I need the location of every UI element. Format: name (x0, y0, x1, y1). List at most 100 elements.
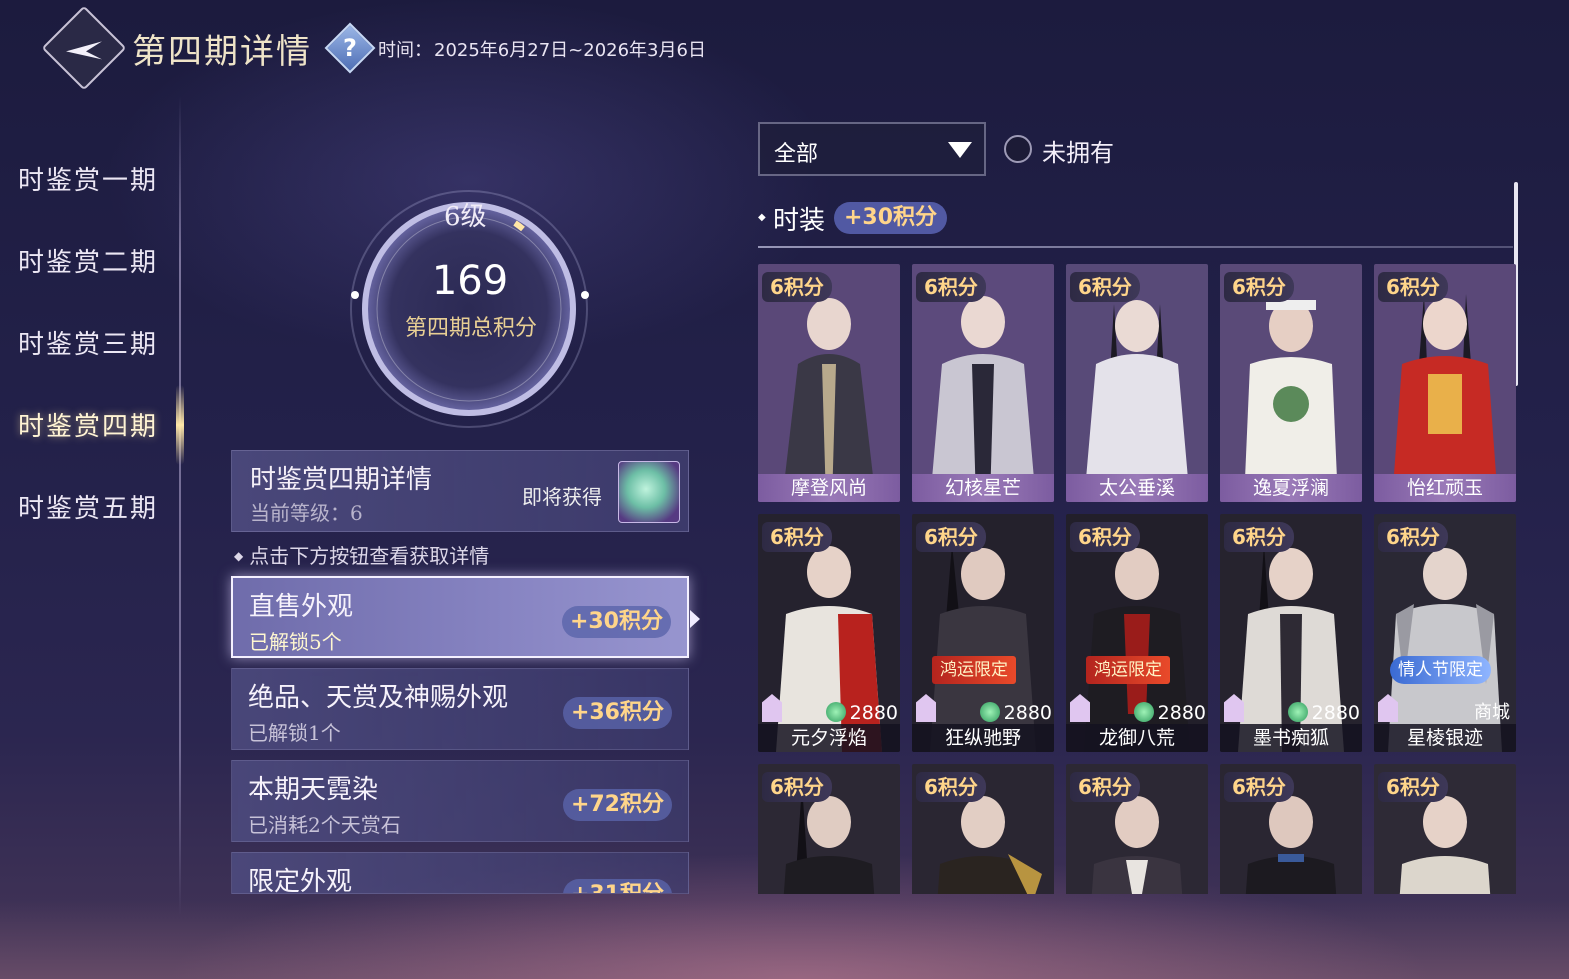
outfit-card[interactable]: 6积分 鸿运限定 2880 龙御八荒 (1066, 514, 1208, 752)
sidebar-item-period-5[interactable]: 时鉴赏五期 (18, 488, 158, 525)
sidebar-active-glow (176, 385, 184, 465)
outfit-card[interactable]: 6积分 太公垂溪 (1066, 264, 1208, 502)
points-badge: 6积分 (762, 272, 832, 302)
outfit-card[interactable]: 6积分 (758, 764, 900, 894)
points-badge: 6积分 (1224, 772, 1294, 802)
outfit-card[interactable]: 6积分 2880 元夕浮焰 (758, 514, 900, 752)
outfit-name: 星棱银迹 (1374, 724, 1516, 752)
outfit-name: 幻核星芒 (912, 474, 1054, 502)
time-label: 时间： (378, 40, 432, 61)
question-icon: ? (343, 34, 357, 62)
outfit-grid: 6积分 摩登风尚 6积分 幻核星芒 6积分 太公垂溪 6积分 逸夏浮澜 6积分 … (758, 264, 1518, 894)
outfit-card[interactable]: 6积分 怡红顽玉 (1374, 264, 1516, 502)
section-points: +30积分 (834, 202, 948, 234)
jade-coin-icon (825, 702, 846, 722)
sidebar-item-period-4[interactable]: 时鉴赏四期 (18, 406, 158, 443)
unowned-radio[interactable] (1004, 135, 1032, 163)
category-name: 直售外观 (249, 592, 354, 622)
points-badge: 6积分 (1224, 522, 1294, 552)
category-name: 绝品、天赏及神赐外观 (248, 683, 509, 713)
outfit-name: 太公垂溪 (1066, 474, 1208, 502)
jade-coin-icon (1133, 702, 1154, 722)
section-divider (758, 246, 1513, 248)
category-sub: 已消耗2个天赏石 (248, 813, 401, 837)
total-score-caption: 第四期总积分 (404, 316, 537, 341)
back-button[interactable] (41, 5, 127, 91)
jade-coin-icon (979, 702, 1000, 722)
header: 第四期详情 ? 时间： 2025年6月27日~2026年3月6日 (0, 0, 1569, 96)
category-points: +30积分 (561, 606, 671, 638)
points-badge: 6积分 (916, 522, 986, 552)
points-badge: 6积分 (1070, 522, 1140, 552)
active-pointer-icon (690, 610, 700, 628)
valentine-tag: 情人节限定 (1390, 656, 1491, 684)
category-dropdown[interactable]: 全部 (758, 122, 986, 176)
outfit-name: 墨书痴狐 (1220, 724, 1362, 752)
outfit-card[interactable]: 6积分 (1374, 764, 1516, 894)
section-title: 时装 (773, 206, 826, 236)
sidebar-item-period-3[interactable]: 时鉴赏三期 (18, 324, 158, 361)
outfit-name: 怡红顽玉 (1374, 474, 1516, 502)
total-score: 169 (431, 258, 509, 304)
outfit-card[interactable]: 6积分 幻核星芒 (912, 264, 1054, 502)
outfit-card[interactable]: 6积分 2880 墨书痴狐 (1220, 514, 1362, 752)
outfit-name: 摩登风尚 (758, 474, 900, 502)
points-badge: 6积分 (762, 522, 832, 552)
sidebar-divider (179, 96, 181, 916)
section-bullet-icon: ◆ (758, 212, 766, 223)
outfit-card[interactable]: 6积分 (912, 764, 1054, 894)
current-level: 当前等级：6 (250, 501, 363, 525)
points-badge: 6积分 (916, 772, 986, 802)
price-value: 2880 (849, 702, 898, 724)
points-badge: 6积分 (1378, 772, 1448, 802)
price-value: 2880 (1311, 702, 1360, 724)
back-arrow-icon (66, 41, 102, 60)
outfit-card[interactable]: 6积分 摩登风尚 (758, 264, 900, 502)
outfit-card[interactable]: 6积分 (1220, 764, 1362, 894)
hint-text: 点击下方按钮查看获取详情 (234, 540, 489, 569)
price: 2880 (1287, 702, 1360, 724)
outfit-card[interactable]: 6积分 情人节限定 商城 星棱银迹 (1374, 514, 1516, 752)
upcoming-reward-label: 即将获得 (522, 485, 602, 509)
outfit-name: 龙御八荒 (1066, 724, 1208, 752)
category-dye[interactable]: 本期天霓染 已消耗2个天赏石 +72积分 (231, 760, 689, 842)
background-fade (0, 900, 1569, 979)
points-badge: 6积分 (1378, 272, 1448, 302)
price: 2880 (979, 702, 1052, 724)
category-premium-outfits[interactable]: 绝品、天赏及神赐外观 已解锁1个 +36积分 (231, 668, 689, 750)
category-limited[interactable]: 限定外观 +31积分 (231, 852, 689, 894)
chevron-down-icon (948, 142, 972, 158)
price-value: 2880 (1003, 702, 1052, 724)
sidebar-item-period-1[interactable]: 时鉴赏一期 (18, 160, 158, 197)
period-detail-title: 时鉴赏四期详情 (250, 465, 433, 495)
period-detail-panel[interactable]: 时鉴赏四期详情 当前等级：6 即将获得 (231, 450, 689, 532)
time-range: 时间： 2025年6月27日~2026年3月6日 (378, 36, 708, 62)
price-value: 2880 (1157, 702, 1206, 724)
help-button[interactable]: ? (324, 22, 376, 74)
sidebar-item-period-2[interactable]: 时鉴赏二期 (18, 242, 158, 279)
outfit-name: 狂纵驰野 (912, 724, 1054, 752)
category-name: 本期天霓染 (248, 775, 379, 805)
shop-label: 商城 (1474, 702, 1510, 723)
category-points: +72积分 (562, 789, 672, 821)
points-badge: 6积分 (1224, 272, 1294, 302)
points-badge: 6积分 (762, 772, 832, 802)
category-points: +31积分 (562, 879, 672, 893)
limited-tag: 鸿运限定 (932, 656, 1016, 684)
limited-tag: 鸿运限定 (1086, 656, 1170, 684)
level-label: 6级 (444, 202, 487, 232)
outfit-card[interactable]: 6积分 (1066, 764, 1208, 894)
category-points: +36积分 (562, 697, 672, 729)
points-badge: 6积分 (1070, 772, 1140, 802)
category-sub: 已解锁5个 (249, 630, 342, 654)
outfit-card[interactable]: 6积分 鸿运限定 2880 狂纵驰野 (912, 514, 1054, 752)
category-direct-sale[interactable]: 直售外观 已解锁5个 +30积分 (231, 576, 689, 658)
upcoming-reward-icon[interactable] (618, 461, 680, 523)
unowned-label[interactable]: 未拥有 (1042, 133, 1114, 168)
time-value: 2025年6月27日~2026年3月6日 (434, 40, 706, 61)
category-sub: 已解锁1个 (248, 721, 341, 745)
points-badge: 6积分 (1378, 522, 1448, 552)
dropdown-value: 全部 (774, 142, 819, 167)
outfit-card[interactable]: 6积分 逸夏浮澜 (1220, 264, 1362, 502)
page-title: 第四期详情 (132, 32, 312, 72)
